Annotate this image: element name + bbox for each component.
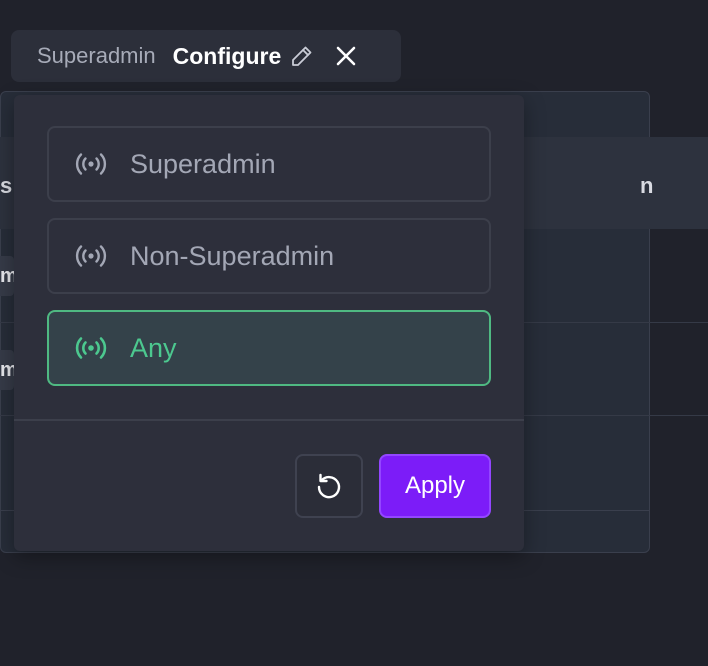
pencil-icon[interactable]	[289, 43, 315, 69]
option-any[interactable]: Any	[47, 310, 491, 386]
broadcast-icon	[74, 336, 108, 360]
filter-field-label: Superadmin	[37, 43, 156, 68]
option-non-superadmin[interactable]: Non-Superadmin	[47, 218, 491, 294]
header-fragment-right: n	[640, 173, 654, 198]
filter-value-label: Configure	[172, 42, 282, 69]
broadcast-icon	[74, 152, 108, 176]
close-icon[interactable]	[333, 43, 359, 69]
broadcast-icon	[74, 244, 108, 268]
apply-button[interactable]: Apply	[379, 454, 491, 518]
filter-popover: Superadmin Non-Superadmin Any Apply	[14, 95, 524, 551]
filter-chip[interactable]: Superadmin Configure	[11, 30, 401, 82]
reset-icon	[314, 471, 344, 501]
option-label: Non-Superadmin	[130, 240, 335, 271]
popover-divider	[14, 419, 524, 421]
reset-button[interactable]	[295, 454, 363, 518]
stage: s n m m Superadmin Configure Superadmin …	[0, 0, 708, 666]
option-label: Superadmin	[130, 148, 276, 179]
option-superadmin[interactable]: Superadmin	[47, 126, 491, 202]
option-label: Any	[130, 332, 177, 363]
row-cell-fragment: m	[0, 350, 14, 390]
header-fragment-left: s	[0, 173, 13, 198]
row-cell-fragment: m	[0, 256, 14, 296]
